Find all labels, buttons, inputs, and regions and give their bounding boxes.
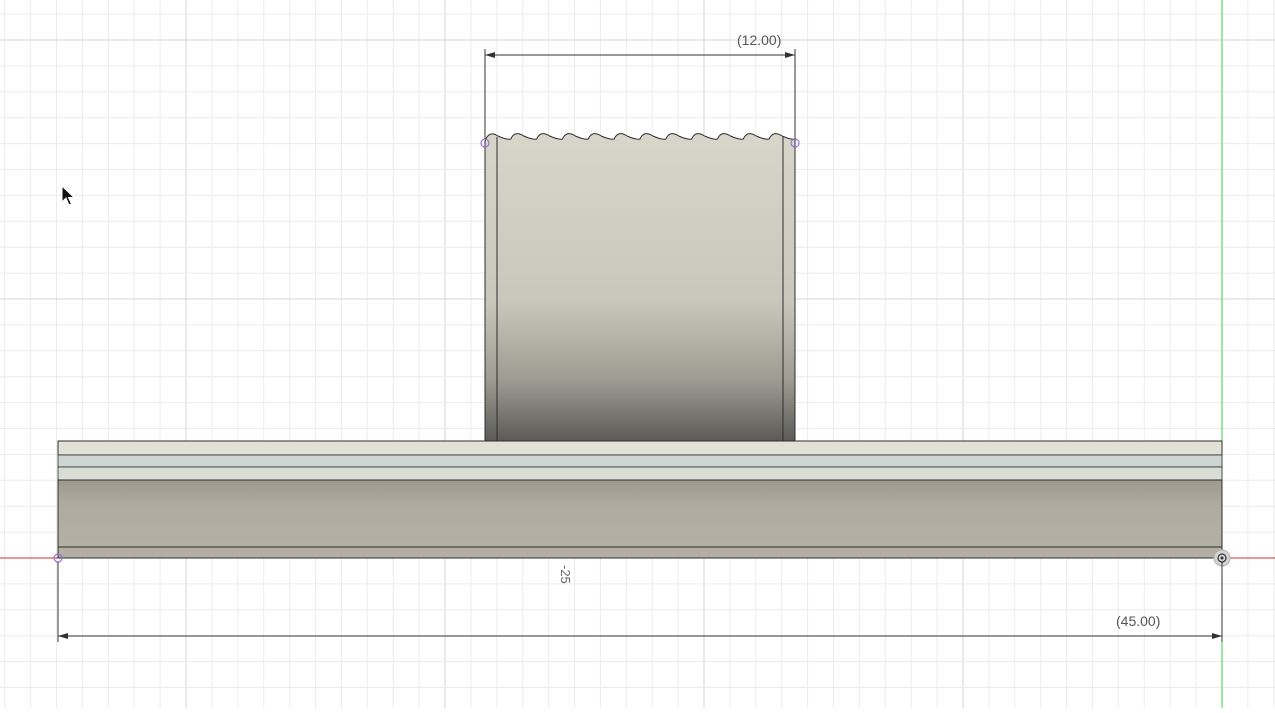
base-body[interactable] — [57, 440, 1223, 559]
dimension-top-width-label: (12.00) — [737, 32, 781, 48]
knurled-cylinder-body[interactable] — [484, 133, 796, 442]
canvas-viewport[interactable]: (12.00) (45.00) -25 — [0, 0, 1275, 708]
dimension-bottom-width[interactable]: (45.00) — [57, 562, 1223, 642]
dimension-top-width[interactable]: (12.00) — [484, 32, 796, 139]
sketch-canvas[interactable]: (12.00) (45.00) -25 — [0, 0, 1275, 708]
grid-value-label: -25 — [558, 565, 573, 584]
dimension-bottom-width-label: (45.00) — [1116, 613, 1160, 629]
mouse-cursor-icon — [61, 184, 76, 206]
